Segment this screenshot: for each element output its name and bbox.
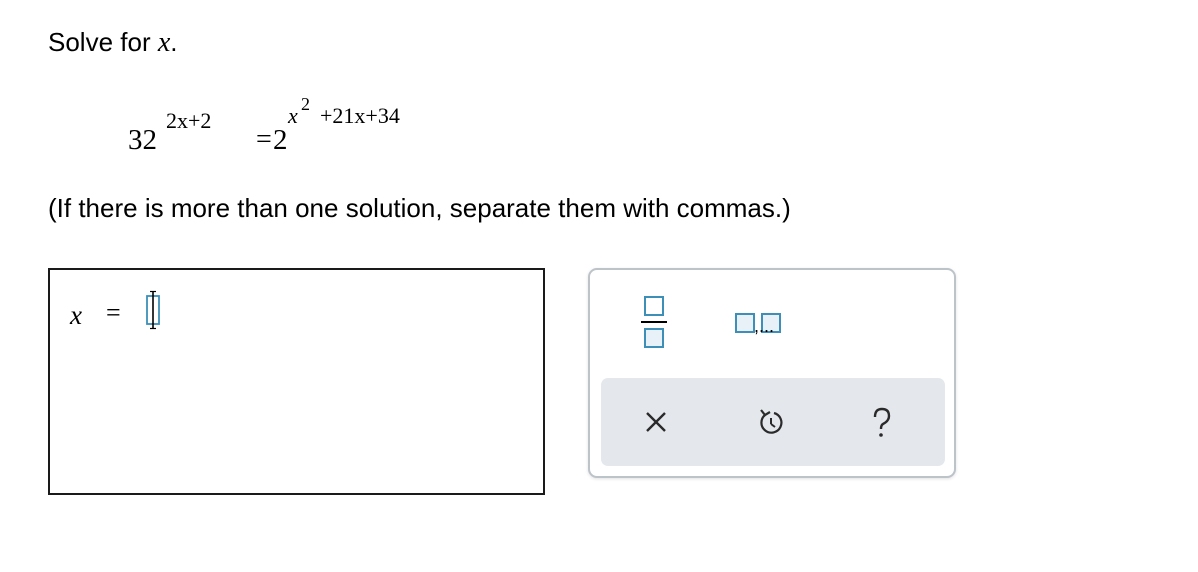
equation-right-exponent-variable: x [288,103,298,128]
instruction-text: (If there is more than one solution, sep… [48,193,791,223]
fraction-icon [641,296,667,348]
empty-slot-icon [146,290,160,330]
math-palette: ,... [588,268,956,478]
help-icon [873,407,891,437]
clear-button[interactable] [638,404,674,440]
question-suffix: . [170,27,178,57]
equation-right-exponent-rest: +21x+34 [320,103,400,128]
equation-left-exponent: 2x+2 [166,108,212,133]
fraction-button[interactable] [638,294,670,350]
equation-equals: = [256,124,272,155]
answer-equals: = [106,298,121,327]
close-icon [646,412,666,432]
comma-list-button[interactable]: ,... [734,308,820,338]
question-prefix: Solve for [48,27,151,57]
undo-button[interactable] [753,404,789,440]
question-variable: x [157,27,171,58]
equation-left-base: 32 [128,124,157,156]
answer-variable: x [70,300,82,330]
help-button[interactable] [864,404,900,440]
equation-right-base: 2 [273,124,288,156]
action-bar [601,378,945,466]
answer-input-area[interactable]: x = [48,268,545,495]
comma-list-label: ,... [754,316,775,336]
equation-right-exponent-power: 2 [301,94,310,114]
question-text: Solve for x. [48,26,178,59]
comma-list-icon [735,313,781,333]
equation: 32 2x+2 = 2 x 2 +21x+34 [128,94,468,164]
undo-icon [760,409,783,434]
answer-input-slot[interactable] [144,290,162,330]
